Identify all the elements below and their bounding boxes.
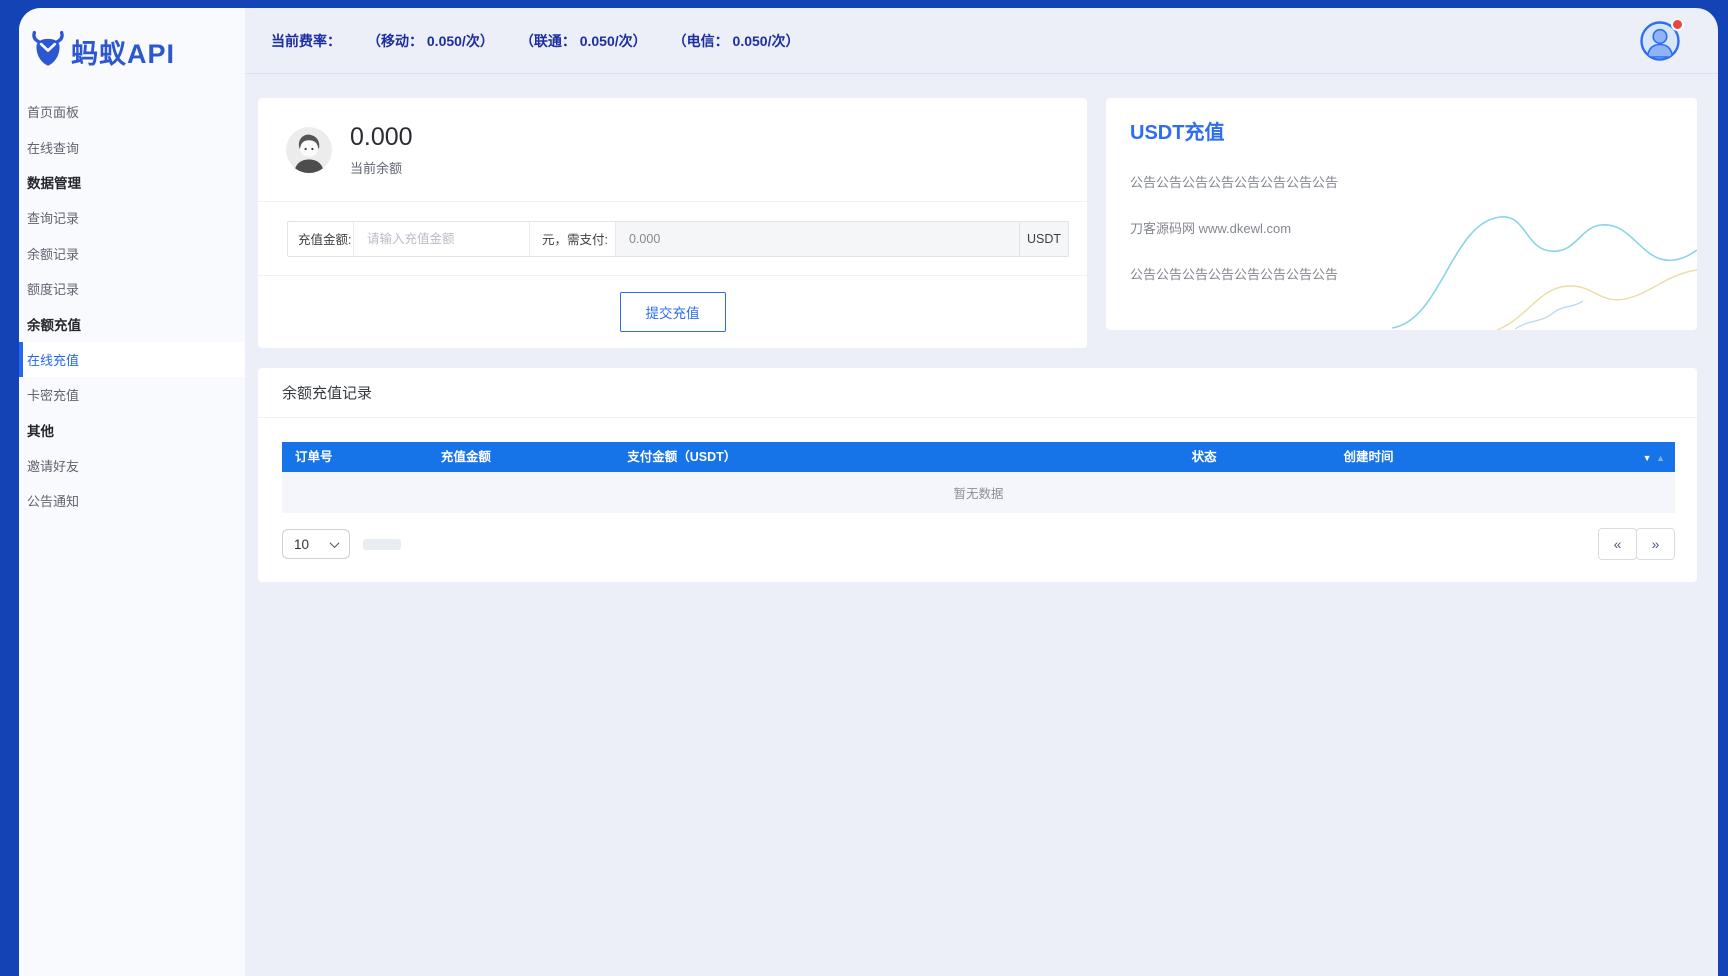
page-size-select[interactable]: 10 <box>282 529 350 559</box>
sidebar-section-balance-recharge: 余额充值 <box>27 318 81 334</box>
submit-area: 提交充值 <box>258 276 1087 348</box>
pay-amount-value: 0.000 <box>616 221 1020 256</box>
rate-mobile: （移动： 0.050/次） <box>367 32 494 49</box>
column-recharge-amount: 充值金额 <box>440 450 491 464</box>
column-order-no: 订单号 <box>295 450 333 464</box>
balance-header: 0.000 当前余额 <box>258 98 1087 202</box>
sidebar-item-online-query[interactable]: 在线查询 <box>19 129 245 164</box>
main-area: 当前费率： （移动： 0.050/次） （联通： 0.050/次） （电信： 0… <box>245 8 1718 976</box>
brand-name: 蚂蚁API <box>71 38 176 69</box>
sidebar-section-other: 其他 <box>27 424 54 440</box>
sidebar-item-quota-records[interactable]: 额度记录 <box>19 271 245 306</box>
rate-telecom: （电信： 0.050/次） <box>672 32 800 49</box>
sidebar-item-announcements[interactable]: 公告通知 <box>19 483 245 518</box>
column-created-at: 创建时间 <box>1343 450 1394 464</box>
sort-desc-icon[interactable]: ▼ <box>1643 453 1652 463</box>
pagination-bar: 10 « » <box>282 528 1675 560</box>
sidebar-item-query-records[interactable]: 查询记录 <box>19 200 245 235</box>
table-header: 订单号 充值金额 支付金额（USDT） 状态 创建时间 ▼ ▲ <box>282 442 1675 472</box>
recharge-form: 充值金额: 元，需支付: 0.000 USDT <box>258 202 1087 276</box>
sidebar-item-dashboard[interactable]: 首页面板 <box>19 94 245 129</box>
sidebar: 蚂蚁API 首页面板 在线查询 数据管理 查询记录 余额记录 额度记录 余额充值… <box>19 8 245 976</box>
submit-recharge-button[interactable]: 提交充值 <box>619 292 726 332</box>
prev-page-button[interactable]: « <box>1598 528 1637 560</box>
sidebar-item-invite-friends[interactable]: 邀请好友 <box>19 448 245 483</box>
sort-control[interactable]: ▼ ▲ <box>1643 442 1665 473</box>
usdt-notice-line: 公告公告公告公告公告公告公告公告 <box>1130 267 1339 282</box>
app-shell: 蚂蚁API 首页面板 在线查询 数据管理 查询记录 余额记录 额度记录 余额充值… <box>19 8 1718 976</box>
currency-suffix: USDT <box>1020 221 1068 256</box>
table-empty-state: 暂无数据 <box>282 472 1675 513</box>
recharge-records-card: 余额充值记录 订单号 充值金额 支付金额（USDT） 状态 创建时间 ▼ ▲ 暂… <box>258 368 1697 582</box>
notification-dot <box>1671 17 1684 31</box>
decorative-waves <box>1391 216 1697 330</box>
usdt-notice-line: 刀客源码网 www.dkewl.com <box>1130 221 1292 236</box>
pagination-info-placeholder <box>363 538 401 550</box>
next-page-button[interactable]: » <box>1636 528 1675 560</box>
sidebar-item-card-recharge[interactable]: 卡密充值 <box>19 377 245 412</box>
recharge-amount-label: 充值金额: <box>288 221 354 256</box>
usdt-card-title: USDT充值 <box>1130 122 1225 144</box>
page-content: 0.000 当前余额 充值金额: 元，需支付: 0.000 USDT <box>245 74 1718 582</box>
balance-recharge-card: 0.000 当前余额 充值金额: 元，需支付: 0.000 USDT <box>258 98 1087 348</box>
usdt-notice-card: USDT充值 公告公告公告公告公告公告公告公告 刀客源码网 www.dkewl.… <box>1106 98 1697 330</box>
usdt-notice-line: 公告公告公告公告公告公告公告公告 <box>1130 175 1339 190</box>
ant-logo-icon <box>32 30 64 66</box>
chevron-down-icon <box>329 537 340 548</box>
current-balance-value: 0.000 <box>350 122 413 151</box>
sidebar-item-online-recharge[interactable]: 在线充值 <box>19 341 245 378</box>
recharge-input-group: 充值金额: 元，需支付: 0.000 USDT <box>287 220 1069 257</box>
sidebar-menu: 首页面板 在线查询 数据管理 查询记录 余额记录 额度记录 余额充值 在线充值 … <box>19 94 245 519</box>
rate-unicom: （联通： 0.050/次） <box>519 32 647 49</box>
page-size-value: 10 <box>294 536 310 552</box>
rates-label: 当前费率： <box>271 32 341 49</box>
current-balance-label: 当前余额 <box>350 160 403 176</box>
brand-logo[interactable]: 蚂蚁API <box>19 8 245 94</box>
current-rates: 当前费率： （移动： 0.050/次） （联通： 0.050/次） （电信： 0… <box>271 31 799 51</box>
profile-avatar <box>286 126 332 173</box>
topbar: 当前费率： （移动： 0.050/次） （联通： 0.050/次） （电信： 0… <box>245 8 1718 74</box>
sort-asc-icon[interactable]: ▲ <box>1656 453 1665 463</box>
column-status: 状态 <box>1191 450 1217 464</box>
column-pay-amount-usdt: 支付金额（USDT） <box>627 450 737 464</box>
sidebar-item-balance-records[interactable]: 余额记录 <box>19 236 245 271</box>
user-avatar-button[interactable] <box>1640 17 1684 61</box>
records-card-title: 余额充值记录 <box>258 368 1697 418</box>
recharge-amount-input[interactable] <box>354 221 530 256</box>
pay-amount-label: 元，需支付: <box>530 221 616 256</box>
sidebar-section-data-management: 数据管理 <box>27 176 81 192</box>
